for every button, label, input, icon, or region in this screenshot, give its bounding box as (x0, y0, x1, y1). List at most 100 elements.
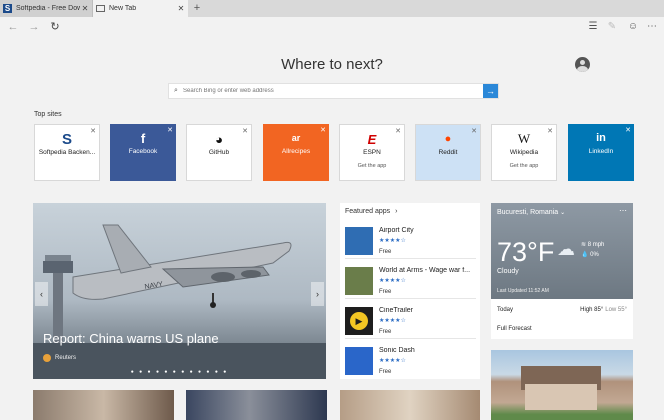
espn-logo-icon: E (367, 131, 377, 147)
featured-apps-panel: Featured apps › Airport City ★★★★☆ Free … (340, 203, 480, 379)
web-note-icon[interactable]: ✎ (605, 17, 619, 37)
top-site-allrecipes[interactable]: ✕ ar Allrecipes (263, 124, 329, 181)
forecast-day: Today (497, 307, 514, 313)
app-item-sonic-dash[interactable]: Sonic Dash ★★★★☆ Free (345, 341, 476, 379)
location-name: Bucuresti, Romania (497, 209, 559, 216)
wikipedia-logo-icon: W (517, 131, 531, 146)
tile-label: Allrecipes (281, 148, 311, 155)
top-site-wikipedia[interactable]: ✕ W Wikipedia Get the app (491, 124, 557, 181)
weather-condition: Cloudy (497, 268, 519, 275)
news-card-2[interactable] (186, 390, 327, 420)
app-item-world-at-arms[interactable]: World at Arms - Wage war f... ★★★★☆ Free (345, 261, 476, 299)
avatar[interactable] (575, 57, 590, 72)
house-wall-image (525, 384, 597, 410)
tile-label: Facebook (128, 148, 158, 155)
weather-more-icon[interactable]: ⋯ (619, 206, 627, 215)
cloud-icon: ☁ (557, 239, 575, 259)
news-hero-card[interactable]: NAVY ‹ › Report: China warns US plane Re… (33, 203, 326, 379)
tile-label: GitHub (208, 149, 230, 156)
forward-button[interactable]: → (27, 17, 41, 37)
tab-softpedia[interactable]: S Softpedia - Free Downloads En ✕ (0, 0, 93, 17)
new-tab-button[interactable]: + (191, 0, 203, 17)
top-site-espn[interactable]: ✕ E ESPN Get the app (339, 124, 405, 181)
forecast-high-low: High 85° Low 55° (580, 307, 627, 313)
top-site-facebook[interactable]: ✕ f Facebook (110, 124, 176, 181)
tile-label: Softpedia Backen... (38, 149, 96, 156)
app-item-cinetrailer[interactable]: ▶ CineTrailer ★★★★☆ Free (345, 301, 476, 339)
tile-label: Reddit (438, 149, 458, 156)
top-site-softpedia[interactable]: ✕ S Softpedia Backen... (34, 124, 100, 181)
navigation-bar: ← → ↻ ☰ ✎ ☺ ⋯ (0, 17, 664, 37)
softpedia-favicon-icon: S (3, 4, 12, 13)
reuters-icon (43, 354, 51, 362)
search-box: ⌕ → (168, 83, 499, 99)
reading-view-icon[interactable]: ☰ (586, 17, 600, 37)
house-news-card[interactable] (491, 350, 633, 420)
tab-strip: S Softpedia - Free Downloads En ✕ New Ta… (0, 0, 664, 17)
featured-apps-title: Featured apps (345, 208, 391, 215)
carousel-prev-button[interactable]: ‹ (35, 282, 48, 306)
softpedia-logo-icon: S (61, 130, 72, 148)
news-headline[interactable]: Report: China warns US plane (43, 331, 219, 346)
facebook-logo-icon: f (140, 130, 146, 146)
weather-updated: Last Updated 11:52 AM (497, 288, 549, 294)
top-site-linkedin[interactable]: ✕ in LinkedIn (568, 124, 634, 181)
full-forecast-link[interactable]: Full Forecast (497, 326, 532, 332)
world-at-arms-icon (345, 267, 373, 295)
precipitation: 💧 0% (581, 252, 599, 258)
weather-location[interactable]: Bucuresti, Romania ⌄ (497, 209, 565, 216)
feedback-smiley-icon[interactable]: ☺ (626, 17, 640, 37)
top-site-github[interactable]: ✕ ◕ GitHub (186, 124, 252, 181)
github-logo-icon: ◕ (215, 131, 223, 147)
app-price: Free (379, 369, 392, 375)
search-input[interactable] (183, 88, 483, 94)
get-app-link[interactable]: Get the app (492, 163, 556, 169)
sonic-dash-icon (345, 347, 373, 375)
tile-label: LinkedIn (588, 148, 614, 155)
forecast-high: High 85° (580, 307, 604, 313)
weather-card[interactable]: Bucuresti, Romania ⌄ ⋯ 73°F ☁ ≋ 8 mph 💧 0… (491, 203, 633, 339)
carousel-next-button[interactable]: › (311, 282, 324, 306)
airport-city-icon (345, 227, 373, 255)
app-price: Free (379, 249, 392, 255)
top-sites-label: Top sites (34, 111, 62, 118)
chevron-right-icon: › (395, 208, 398, 215)
rating-stars: ★★★★☆ (379, 278, 406, 284)
tab-label: New Tab (109, 5, 137, 12)
back-button[interactable]: ← (6, 17, 20, 37)
app-price: Free (379, 289, 392, 295)
linkedin-logo-icon: in (596, 132, 606, 144)
tab-close-icon[interactable]: ✕ (176, 4, 186, 13)
app-name: World at Arms - Wage war f... (379, 267, 471, 274)
cinetrailer-icon: ▶ (345, 307, 373, 335)
app-price: Free (379, 329, 392, 335)
tab-close-icon[interactable]: ✕ (80, 4, 90, 13)
chevron-down-icon: ⌄ (560, 210, 566, 216)
news-card-3[interactable] (340, 390, 480, 420)
news-source: Reuters (55, 355, 77, 361)
featured-apps-header[interactable]: Featured apps › (345, 208, 397, 215)
page-heading: Where to next? (281, 56, 383, 73)
app-item-airport-city[interactable]: Airport City ★★★★☆ Free (345, 221, 476, 259)
carousel-indicator-dots[interactable]: ● ● ● ● ● ● ● ● ● ● ● ● (33, 369, 326, 375)
tile-label: ESPN (363, 149, 381, 156)
refresh-button[interactable]: ↻ (48, 17, 62, 37)
news-card-1[interactable] (33, 390, 174, 420)
top-site-reddit[interactable]: ✕ ● Reddit (415, 124, 481, 181)
reddit-logo-icon: ● (444, 133, 452, 145)
app-name: Sonic Dash (379, 347, 415, 354)
search-go-button[interactable]: → (483, 84, 498, 98)
allrecipes-logo-icon: ar (291, 133, 301, 143)
wind-speed: ≋ 8 mph (581, 242, 605, 248)
rating-stars: ★★★★☆ (379, 238, 406, 244)
get-app-link[interactable]: Get the app (340, 163, 404, 169)
more-icon[interactable]: ⋯ (645, 17, 659, 37)
forecast-low: Low 55° (605, 307, 627, 313)
tab-label: Softpedia - Free Downloads En (16, 5, 80, 12)
weather-temperature: 73°F (497, 237, 555, 267)
airplane-image: NAVY (33, 224, 326, 379)
app-name: Airport City (379, 227, 414, 234)
rating-stars: ★★★★☆ (379, 358, 406, 364)
tab-new-tab[interactable]: New Tab ✕ (93, 0, 188, 17)
search-icon: ⌕ (174, 87, 178, 94)
